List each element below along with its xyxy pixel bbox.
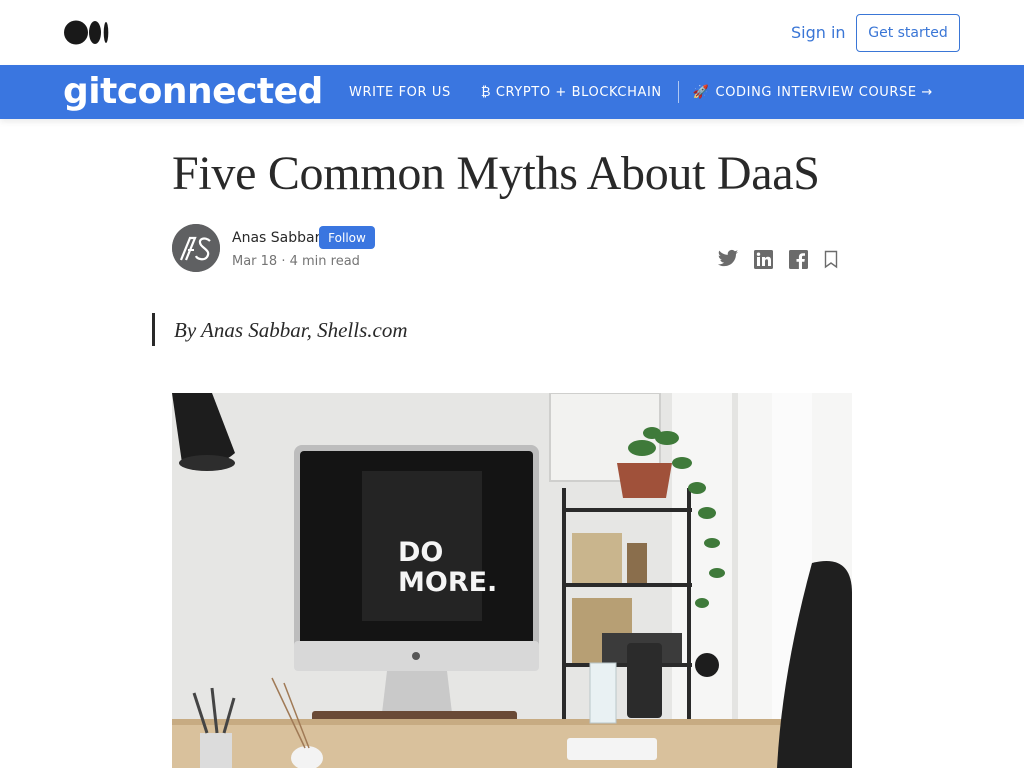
hero-image: DO MORE.: [172, 393, 852, 768]
facebook-icon[interactable]: [789, 248, 808, 270]
nav-write-for-us[interactable]: WRITE FOR US: [349, 85, 451, 100]
avatar-monogram-icon: [172, 224, 220, 272]
byline-quote: By Anas Sabbar, Shells.com: [174, 318, 408, 342]
blockquote-bar: [152, 313, 155, 346]
bookmark-icon[interactable]: [824, 248, 838, 270]
read-time: 4 min read: [289, 254, 360, 269]
nav-coding-interview-label: CODING INTERVIEW COURSE →: [715, 84, 933, 100]
author-name[interactable]: Anas Sabbar: [232, 230, 320, 246]
follow-button[interactable]: Follow: [319, 226, 375, 249]
article-meta: Mar 18 · 4 min read: [232, 254, 360, 269]
sign-in-link[interactable]: Sign in: [791, 23, 846, 42]
screen-text-do: DO: [398, 537, 443, 568]
publish-date: Mar 18: [232, 254, 278, 269]
linkedin-icon[interactable]: [754, 248, 773, 270]
rocket-icon: 🚀: [692, 84, 710, 100]
nav-crypto-blockchain[interactable]: ₿ CRYPTO + BLOCKCHAIN: [481, 84, 662, 100]
publication-nav: WRITE FOR US ₿ CRYPTO + BLOCKCHAIN 🚀 CODI…: [349, 65, 933, 119]
author-avatar[interactable]: [172, 224, 220, 272]
twitter-icon[interactable]: [717, 248, 739, 270]
nav-coding-interview-course[interactable]: 🚀 CODING INTERVIEW COURSE →: [693, 85, 933, 100]
meta-separator: ·: [277, 254, 290, 269]
get-started-button[interactable]: Get started: [856, 14, 960, 52]
desk-setup-illustration: DO MORE.: [172, 393, 852, 768]
top-navbar: Sign in Get started: [0, 0, 1024, 65]
article-title: Five Common Myths About DaaS: [172, 147, 820, 200]
publication-logo[interactable]: gitconnected: [63, 71, 323, 112]
nav-divider: [677, 81, 679, 103]
publication-navbar: gitconnected WRITE FOR US ₿ CRYPTO + BLO…: [0, 65, 1024, 119]
medium-logo-icon[interactable]: [64, 20, 110, 45]
screen-text-more: MORE.: [398, 567, 497, 598]
